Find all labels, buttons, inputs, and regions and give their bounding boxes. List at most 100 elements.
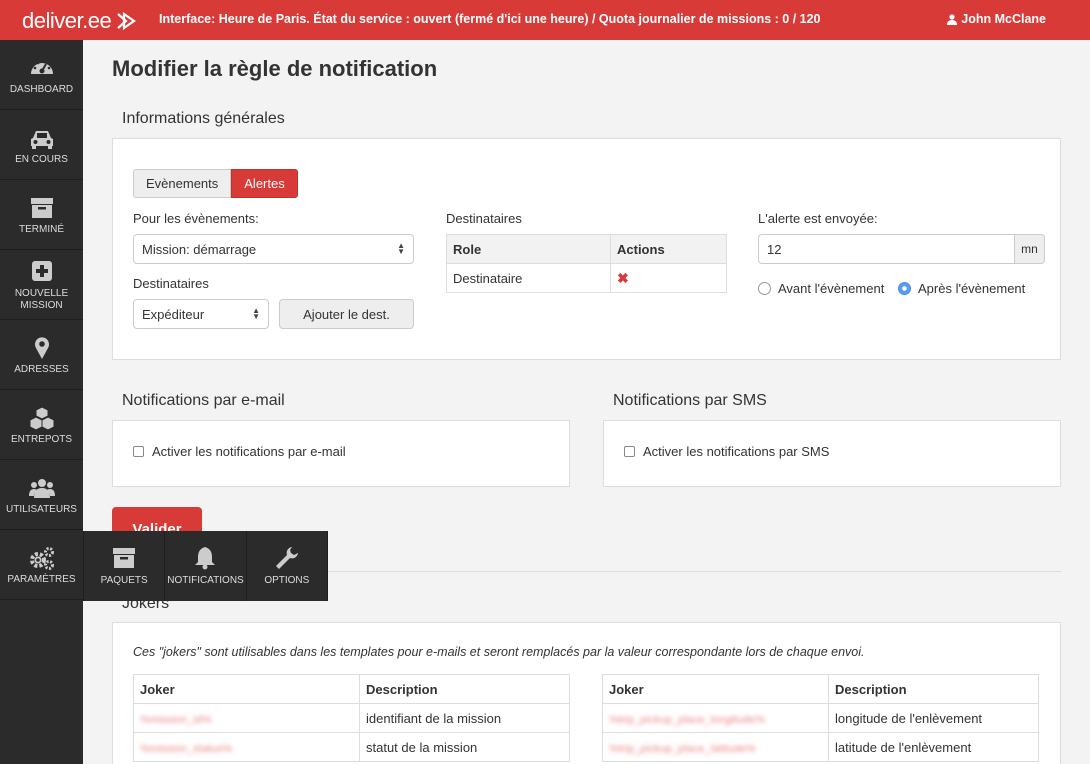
service-info: Interface: Heure de Paris. État du servi… — [159, 12, 821, 26]
archive-icon — [30, 198, 53, 218]
cogs-icon — [29, 547, 54, 570]
radio-after[interactable]: Après l'évènement — [898, 281, 1025, 296]
table-row: %trip_pickup_place_longitude% longitude … — [602, 703, 1039, 733]
table-header-joker: Joker — [133, 674, 360, 704]
recipients-select-value: Expéditeur — [142, 306, 205, 322]
table-header-description: Description — [359, 674, 570, 704]
radio-circle-checked[interactable] — [898, 282, 911, 295]
submenu-item-options[interactable]: OPTIONS — [247, 531, 328, 601]
description-cell: statut de la mission — [359, 732, 570, 762]
play-logo-icon — [117, 11, 137, 31]
recipients-table: Role Actions Destinataire ✖ — [446, 234, 727, 293]
sidebar-item-label: PARAMÈTRES — [7, 574, 76, 585]
recipients-label: Destinataires — [133, 276, 209, 291]
general-section-title: Informations générales — [122, 110, 285, 127]
event-type-toggle: Evènements Alertes — [133, 169, 298, 198]
user-name: John McClane — [961, 12, 1046, 26]
radio-before[interactable]: Avant l'évènement — [758, 281, 884, 296]
jokers-description: Ces "jokers" sont utilisables dans les t… — [133, 645, 865, 659]
jokers-table-left: Joker Description %mission_id% identifia… — [133, 674, 570, 762]
user-icon — [947, 13, 958, 25]
sidebar-item-termine[interactable]: TERMINÉ — [0, 180, 83, 250]
map-marker-icon — [34, 337, 49, 359]
description-cell: longitude de l'enlèvement — [828, 703, 1039, 733]
car-icon — [30, 131, 53, 149]
plus-icon — [31, 260, 52, 281]
submenu-item-paquets[interactable]: PAQUETS — [84, 531, 166, 601]
sidebar-item-en-cours[interactable]: EN COURS — [0, 110, 83, 180]
user-menu[interactable]: John McClane — [947, 12, 1046, 26]
table-row: %mission_status% statut de la mission — [133, 732, 570, 762]
sidebar-item-nouvelle-mission[interactable]: NOUVELLE MISSION — [0, 250, 83, 320]
sidebar-item-label: UTILISATEURS — [6, 504, 77, 515]
sidebar-item-utilisateurs[interactable]: UTILISATEURS — [0, 460, 83, 530]
wrench-icon — [275, 547, 298, 569]
sidebar-item-adresses[interactable]: ADRESSES — [0, 320, 83, 390]
logo-text: deliver.ee — [22, 8, 112, 33]
events-label: Pour les évènements: — [133, 211, 259, 226]
dashboard-icon — [30, 61, 53, 74]
radio-circle[interactable] — [758, 282, 771, 295]
sidebar-item-label: TERMINÉ — [19, 224, 64, 235]
submenu-item-label: OPTIONS — [264, 575, 310, 586]
submenu-item-label: NOTIFICATIONS — [167, 575, 244, 586]
sidebar-item-dashboard[interactable]: DASHBOARD — [0, 40, 83, 110]
sidebar-item-label: NOUVELLE MISSION — [14, 287, 69, 311]
joker-cell: %mission_id% — [133, 703, 360, 733]
joker-cell: %trip_pickup_place_longitude% — [602, 703, 829, 733]
table-row: %mission_id% identifiant de la mission — [133, 703, 570, 733]
sidebar: DASHBOARD EN COURS TERMINÉ NOUVELLE MISS… — [0, 40, 83, 764]
radio-before-label: Avant l'évènement — [778, 281, 885, 296]
events-select-value: Mission: démarrage — [142, 241, 257, 257]
recipients-select[interactable]: Expéditeur ▲ ▼ — [133, 299, 269, 329]
tab-alertes[interactable]: Alertes — [231, 169, 298, 198]
tab-evenements[interactable]: Evènements — [133, 169, 232, 198]
submenu-item-notifications[interactable]: NOTIFICATIONS — [165, 531, 247, 601]
table-header-joker: Joker — [602, 674, 829, 704]
delete-icon[interactable]: ✖ — [617, 270, 629, 286]
alert-unit: mn — [1015, 234, 1045, 264]
joker-cell: %trip_pickup_place_latitude% — [602, 732, 829, 762]
top-bar: deliver.ee Interface: Heure de Paris. Ét… — [0, 0, 1090, 40]
sidebar-item-parametres[interactable]: PARAMÈTRES — [0, 530, 83, 600]
radio-after-label: Après l'évènement — [918, 281, 1026, 296]
select-arrows-icon: ▲ ▼ — [252, 306, 260, 321]
jokers-table-right: Joker Description %trip_pickup_place_lon… — [602, 674, 1039, 762]
alert-delay-input[interactable]: 12 — [758, 234, 1015, 264]
sms-checkbox-label: Activer les notifications par SMS — [643, 444, 830, 459]
logo[interactable]: deliver.ee — [22, 8, 138, 34]
email-checkbox[interactable]: Activer les notifications par e-mail — [133, 444, 346, 459]
events-select[interactable]: Mission: démarrage ▲ ▼ — [133, 234, 414, 264]
select-arrows-icon: ▲ ▼ — [397, 241, 405, 256]
alert-label: L'alerte est envoyée: — [758, 211, 878, 226]
joker-cell: %mission_status% — [133, 732, 360, 762]
actions-cell: ✖ — [610, 263, 727, 293]
sms-checkbox[interactable]: Activer les notifications par SMS — [624, 444, 829, 459]
sidebar-item-entrepots[interactable]: ENTREPOTS — [0, 390, 83, 460]
table-header-description: Description — [828, 674, 1039, 704]
dest-table-title: Destinataires — [446, 211, 522, 226]
description-cell: identifiant de la mission — [359, 703, 570, 733]
bell-icon — [195, 547, 216, 570]
archive-icon — [113, 548, 136, 568]
checkbox-box[interactable] — [133, 446, 144, 457]
description-cell: latitude de l'enlèvement — [828, 732, 1039, 762]
sidebar-item-label: EN COURS — [15, 154, 68, 165]
users-icon — [28, 479, 55, 498]
table-header-role: Role — [446, 234, 611, 264]
submenu-item-label: PAQUETS — [100, 575, 148, 586]
sidebar-item-label: DASHBOARD — [9, 84, 74, 95]
add-recipient-button[interactable]: Ajouter le dest. — [279, 299, 414, 329]
alert-delay-group: 12 mn — [758, 234, 1045, 264]
table-header-actions: Actions — [610, 234, 727, 264]
table-row: Destinataire ✖ — [446, 263, 727, 293]
cubes-icon — [29, 406, 54, 430]
sms-section-title: Notifications par SMS — [613, 392, 767, 409]
table-row: %trip_pickup_place_latitude% latitude de… — [602, 732, 1039, 762]
sidebar-item-label: ADRESSES — [14, 364, 69, 375]
checkbox-box[interactable] — [624, 446, 635, 457]
email-checkbox-label: Activer les notifications par e-mail — [152, 444, 346, 459]
email-section-title: Notifications par e-mail — [122, 392, 285, 409]
parametres-submenu: PAQUETS NOTIFICATIONS OPTIONS — [83, 531, 328, 601]
role-cell: Destinataire — [446, 263, 611, 293]
